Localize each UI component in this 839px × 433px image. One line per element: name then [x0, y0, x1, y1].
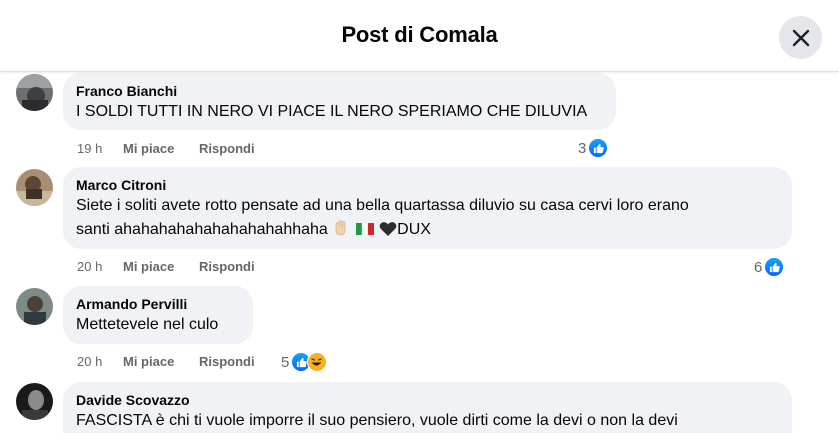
- reaction-summary[interactable]: 5: [281, 351, 328, 373]
- comment-bubble: Davide Scovazzo FASCISTA è chi ti vuole …: [63, 382, 792, 433]
- like-reaction-icon: [764, 257, 785, 277]
- comment-text-segment: santi ahahahahahahahahahahhaha: [76, 221, 328, 238]
- comment-actions: 20 h Mi piace Rispondi: [77, 257, 255, 277]
- comment-text: Mettetevele nel culo: [76, 316, 219, 333]
- close-icon: [792, 29, 809, 46]
- like-link[interactable]: Mi piace: [123, 352, 199, 372]
- comments-list[interactable]: Franco Bianchi I SOLDI TUTTI IN NERO VI …: [0, 72, 839, 433]
- avatar[interactable]: [16, 74, 53, 111]
- like-link[interactable]: Mi piace: [123, 139, 199, 159]
- reaction-count: 5: [281, 353, 290, 371]
- dialog-header: Post di Comala: [0, 0, 839, 72]
- comment-bubble: Armando Pervilli Mettetevele nel culo: [63, 286, 253, 344]
- haha-reaction-icon: [307, 352, 328, 372]
- reaction-count: 6: [754, 258, 763, 276]
- hand-emoji-icon: [335, 220, 346, 236]
- comment-actions: 20 h Mi piace Rispondi: [77, 352, 255, 372]
- like-link[interactable]: Mi piace: [123, 257, 199, 277]
- comment-author[interactable]: Marco Citroni: [76, 176, 779, 194]
- comment-text: I SOLDI TUTTI IN NERO VI PIACE IL NERO S…: [76, 103, 588, 120]
- reaction-count: 3: [578, 139, 587, 157]
- comment-bubble: Franco Bianchi I SOLDI TUTTI IN NERO VI …: [63, 73, 616, 130]
- comment-text-line: Siete i soliti avete rotto pensate ad un…: [76, 197, 689, 214]
- comment-actions: 19 h Mi piace Rispondi: [77, 139, 255, 159]
- comment-text: FASCISTA è chi ti vuole imporre il suo p…: [76, 412, 678, 429]
- comment-time[interactable]: 20 h: [77, 257, 123, 277]
- reaction-summary[interactable]: 3: [578, 137, 609, 159]
- avatar[interactable]: [16, 383, 53, 420]
- comment-text-segment: DUX: [397, 221, 431, 238]
- like-reaction-icon: [588, 138, 609, 158]
- avatar[interactable]: [16, 288, 53, 325]
- dialog-title: Post di Comala: [341, 22, 498, 47]
- comment-author[interactable]: Davide Scovazzo: [76, 391, 779, 409]
- comment-author[interactable]: Franco Bianchi: [76, 82, 603, 100]
- comment-text-line: santi ahahahahahahahahahahhaha DUX: [76, 218, 779, 242]
- avatar[interactable]: [16, 169, 53, 206]
- close-button[interactable]: [779, 16, 822, 59]
- black-heart-icon: [379, 222, 397, 236]
- reply-link[interactable]: Rispondi: [199, 352, 255, 372]
- comment-author[interactable]: Armando Pervilli: [76, 295, 240, 313]
- italy-flag-icon: [355, 222, 374, 236]
- comment-time[interactable]: 19 h: [77, 139, 123, 159]
- comment-bubble: Marco Citroni Siete i soliti avete rotto…: [63, 167, 792, 249]
- reply-link[interactable]: Rispondi: [199, 257, 255, 277]
- reply-link[interactable]: Rispondi: [199, 139, 255, 159]
- comment-time[interactable]: 20 h: [77, 352, 123, 372]
- reaction-summary[interactable]: 6: [754, 256, 785, 278]
